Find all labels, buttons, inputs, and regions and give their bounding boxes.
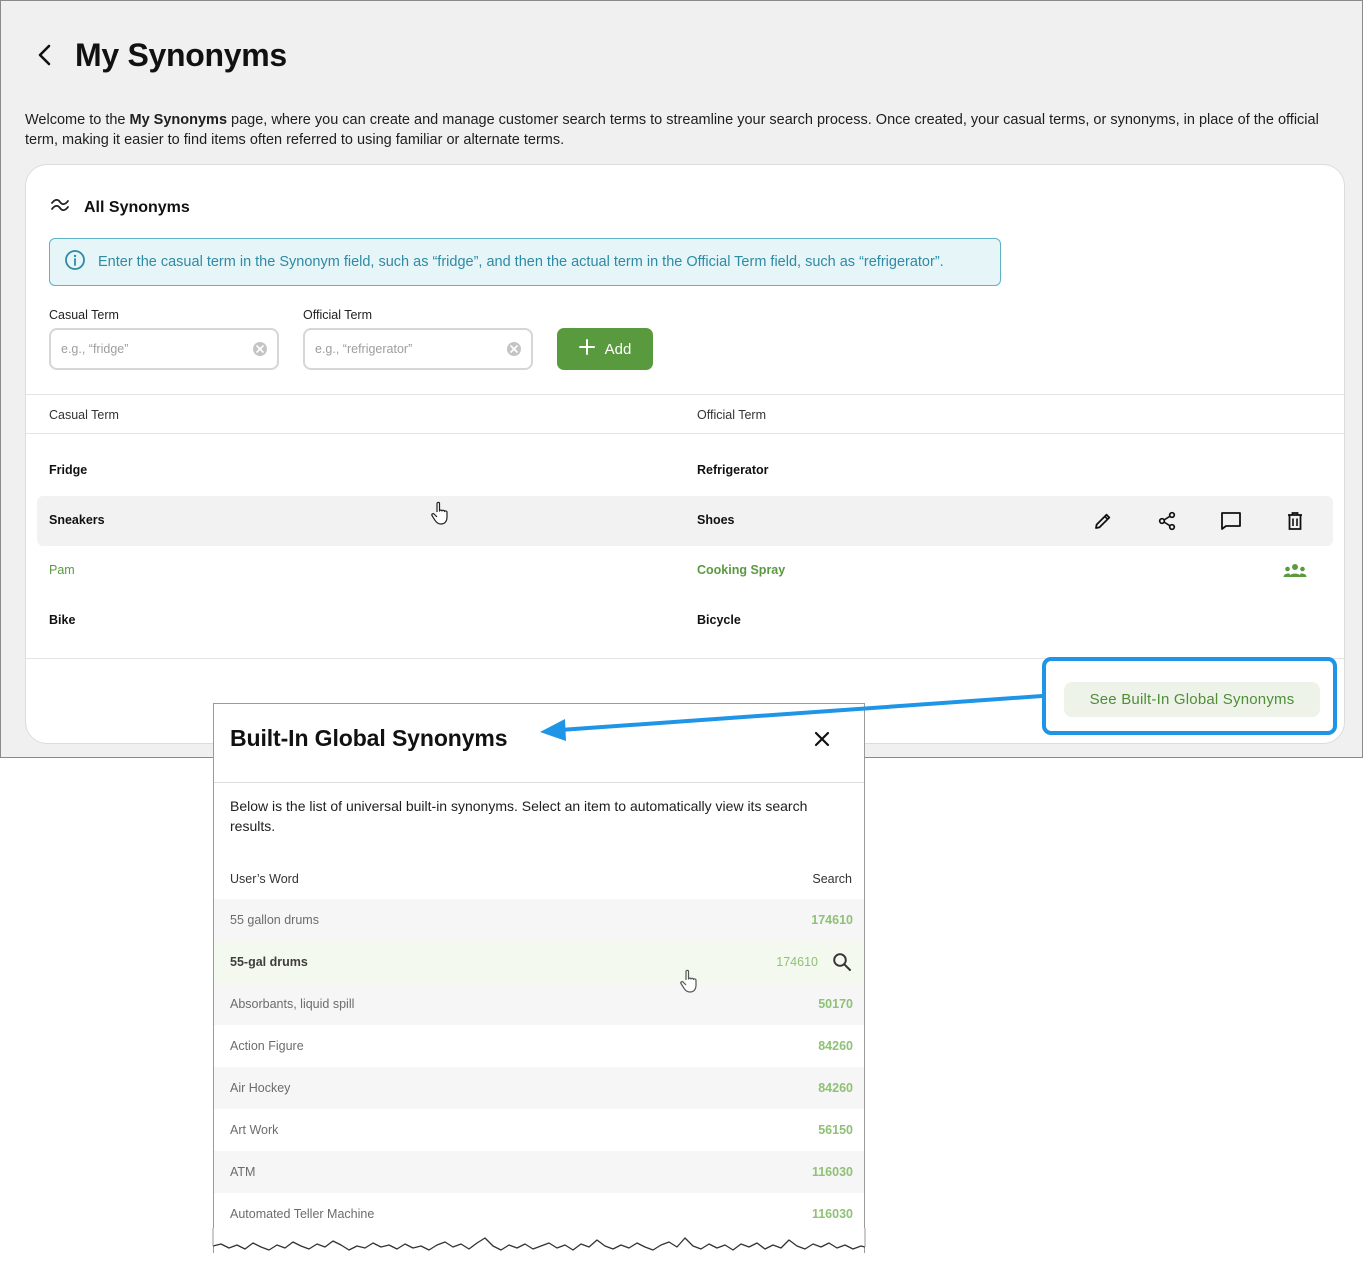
list-item[interactable]: Air Hockey 84260 (214, 1067, 864, 1109)
pencil-icon[interactable] (1091, 509, 1115, 533)
users-word: Art Work (230, 1123, 279, 1137)
casual-term-cell: Pam (49, 563, 75, 577)
trash-icon[interactable] (1283, 509, 1307, 533)
users-word: 55 gallon drums (230, 913, 319, 927)
search-code: 116030 (811, 1207, 853, 1221)
table-row[interactable]: Fridge Refrigerator (37, 446, 1333, 496)
list-item[interactable]: ATM 116030 (214, 1151, 864, 1193)
info-text: Enter the casual term in the Synonym fie… (98, 254, 944, 270)
official-term-cell: Refrigerator (697, 463, 769, 477)
users-word: Automated Teller Machine (230, 1207, 375, 1221)
users-word: Air Hockey (230, 1081, 291, 1095)
divider (214, 782, 864, 783)
official-term-cell: Cooking Spray (697, 563, 786, 577)
search-code: 84260 (818, 1039, 853, 1053)
search-code: 84260 (818, 1081, 853, 1095)
casual-term-cell: Fridge (49, 463, 88, 477)
card-title: All Synonyms (84, 198, 190, 216)
casual-term-cell: Bike (49, 613, 76, 627)
casual-term-field (49, 328, 279, 370)
users-word: Absorbants, liquid spill (230, 997, 355, 1011)
col-casual-term: Casual Term (49, 408, 119, 422)
intro-bold: My Synonyms (129, 112, 228, 128)
plus-icon (578, 339, 595, 359)
official-term-label: Official Term (303, 308, 373, 322)
list-item[interactable]: Absorbants, liquid spill 50170 (214, 983, 864, 1025)
list-item[interactable]: 55 gallon drums 174610 (214, 899, 864, 941)
global-synonyms-modal: Built-In Global Synonyms Below is the li… (213, 703, 865, 1253)
add-button-label: Add (604, 340, 632, 358)
intro-text: Welcome to the My Synonyms page, where y… (25, 110, 1345, 150)
official-term-cell: Shoes (697, 513, 735, 527)
table-row[interactable]: Sneakers Shoes (37, 496, 1333, 546)
search-code: 174610 (776, 955, 818, 969)
info-icon (64, 249, 86, 276)
table-row[interactable]: Bike Bicycle (37, 596, 1333, 646)
casual-term-label: Casual Term (49, 308, 119, 322)
users-word: Action Figure (230, 1039, 304, 1053)
casual-term-input[interactable] (61, 342, 253, 356)
clear-icon[interactable] (507, 342, 521, 356)
list-item[interactable]: Action Figure 84260 (214, 1025, 864, 1067)
search-code: 56150 (818, 1123, 853, 1137)
list-item[interactable]: Art Work 56150 (214, 1109, 864, 1151)
official-term-field (303, 328, 533, 370)
users-word: 55-gal drums (230, 955, 308, 969)
share-icon[interactable] (1155, 509, 1179, 533)
search-code: 116030 (811, 1165, 853, 1179)
clear-icon[interactable] (253, 342, 267, 356)
approx-icon (50, 197, 70, 218)
official-term-cell: Bicycle (697, 613, 741, 627)
col-official-term: Official Term (697, 408, 767, 422)
users-word: ATM (230, 1165, 256, 1179)
info-banner: Enter the casual term in the Synonym fie… (49, 238, 1001, 286)
card-header: All Synonyms (50, 197, 190, 218)
back-chevron-icon[interactable] (29, 39, 61, 71)
group-icon (1283, 559, 1307, 583)
intro-prefix: Welcome to the (25, 112, 130, 128)
modal-title: Built-In Global Synonyms (230, 725, 508, 751)
table-row[interactable]: Pam Cooking Spray (37, 546, 1333, 596)
my-synonyms-window: My Synonyms Welcome to the My Synonyms p… (0, 0, 1363, 758)
close-icon[interactable] (809, 726, 835, 752)
synonyms-table-header: Casual Term Official Term (26, 394, 1344, 434)
col-search: Search (812, 872, 852, 886)
add-button[interactable]: Add (557, 328, 653, 370)
search-icon[interactable] (832, 952, 852, 972)
hand-cursor-icon (431, 501, 448, 525)
see-global-synonyms-button[interactable]: See Built-In Global Synonyms (1064, 682, 1320, 717)
col-users-word: User’s Word (230, 872, 299, 886)
comment-icon[interactable] (1219, 509, 1243, 533)
page-title: My Synonyms (75, 37, 287, 73)
search-code: 174610 (811, 913, 853, 927)
official-term-input[interactable] (315, 342, 507, 356)
casual-term-cell: Sneakers (49, 513, 105, 527)
search-code: 50170 (818, 997, 853, 1011)
hand-cursor-icon (680, 969, 697, 993)
torn-edge (212, 1228, 866, 1251)
modal-description: Below is the list of universal built-in … (230, 798, 808, 834)
list-item[interactable]: 55-gal drums 174610 (214, 941, 864, 983)
